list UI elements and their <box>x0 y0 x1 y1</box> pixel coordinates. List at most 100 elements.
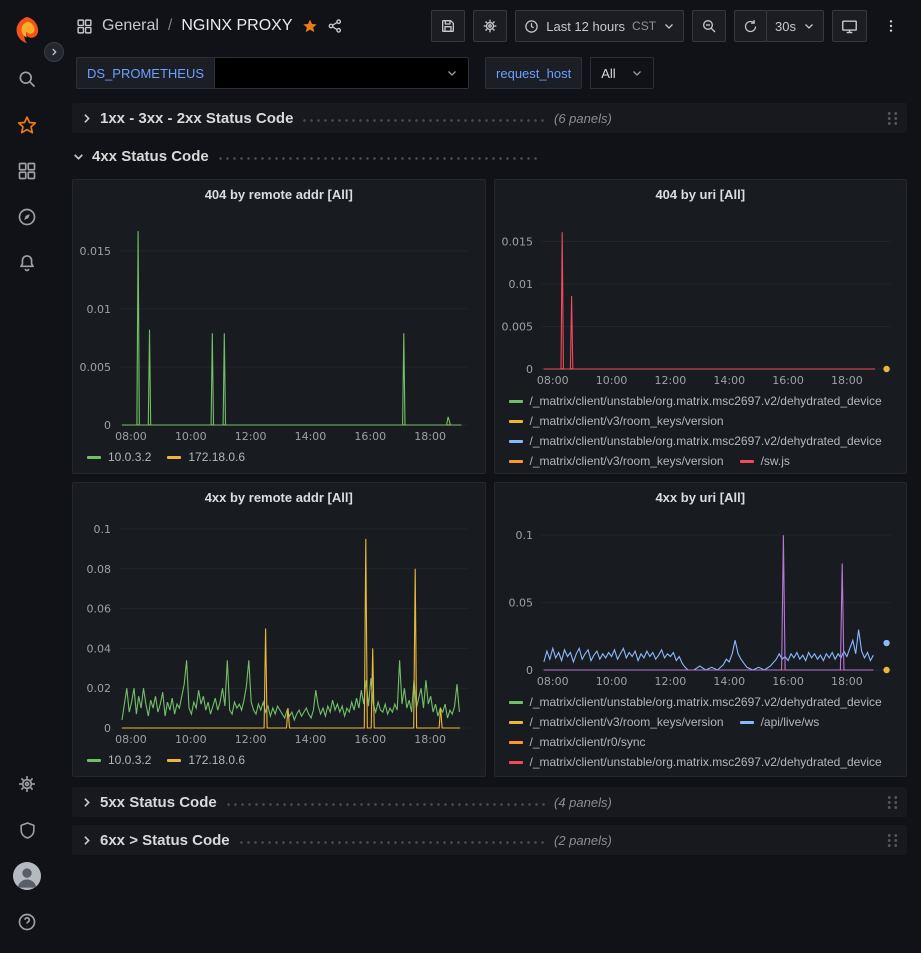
svg-text:0.015: 0.015 <box>501 236 533 249</box>
legend-label: 10.0.3.2 <box>108 753 151 767</box>
legend-row: /_matrix/client/unstable/org.matrix.msc2… <box>509 431 899 451</box>
svg-text:0: 0 <box>526 363 533 376</box>
svg-text:12:00: 12:00 <box>235 733 267 746</box>
legend-swatch <box>740 460 754 463</box>
chart-legend: 10.0.3.2 172.18.0.6 <box>73 445 485 473</box>
sidebar-item-starred[interactable] <box>0 102 54 148</box>
legend-item[interactable]: /_matrix/client/v3/room_keys/version <box>509 715 724 729</box>
legend-item[interactable]: 172.18.0.6 <box>167 450 245 464</box>
row-header-1xx-3xx-2xx: 1xx - 3xx - 2xx Status Code (6 panels) <box>72 103 907 133</box>
time-range-label: Last 12 hours <box>546 19 625 34</box>
panel-title[interactable]: 4xx by uri [All] <box>495 483 907 511</box>
dashboard-settings-button[interactable] <box>473 10 507 42</box>
legend-item[interactable]: /api/live/ws <box>740 715 820 729</box>
timezone-label: CST <box>632 19 656 33</box>
variable-host-label[interactable]: request_host <box>485 57 582 89</box>
row-drag-handle[interactable] <box>886 111 899 126</box>
row-drag-handle[interactable] <box>886 795 899 810</box>
sidebar-item-help[interactable] <box>0 899 54 945</box>
legend-item[interactable]: 10.0.3.2 <box>87 753 151 767</box>
svg-text:12:00: 12:00 <box>654 675 686 688</box>
legend-item[interactable]: /sw.js <box>740 454 790 468</box>
sidebar-item-dashboards[interactable] <box>0 148 54 194</box>
legend-label: /api/live/ws <box>761 715 820 729</box>
sidebar-item-explore[interactable] <box>0 194 54 240</box>
refresh-button[interactable] <box>734 10 767 42</box>
share-icon[interactable] <box>327 18 343 34</box>
breadcrumb-folder[interactable]: General <box>102 17 159 35</box>
zoom-out-icon <box>701 18 717 34</box>
legend-swatch <box>509 741 523 744</box>
panel-grid: 404 by remote addr [All] 00.0050.010.015… <box>72 179 907 777</box>
legend-row: /_matrix/client/v3/room_keys/version/sw.… <box>509 451 899 471</box>
chart-plot[interactable]: 00.0050.010.01508:0010:0012:0014:0016:00… <box>73 208 485 445</box>
chart-plot[interactable]: 00.050.108:0010:0012:0014:0016:0018:00 <box>495 511 907 690</box>
row-panel-count: (6 panels) <box>554 111 612 126</box>
sidebar-item-search[interactable] <box>0 56 54 102</box>
legend-label: 172.18.0.6 <box>188 753 245 767</box>
legend-label: /_matrix/client/unstable/org.matrix.msc2… <box>530 755 882 769</box>
grafana-flame-icon <box>12 15 42 45</box>
legend-item[interactable]: /_matrix/client/unstable/org.matrix.msc2… <box>509 695 882 709</box>
svg-text:16:00: 16:00 <box>354 733 386 746</box>
svg-text:10:00: 10:00 <box>175 733 207 746</box>
legend-item[interactable]: /_matrix/client/unstable/org.matrix.msc2… <box>509 434 882 448</box>
legend-item[interactable]: /_matrix/client/unstable/org.matrix.msc2… <box>509 755 882 769</box>
legend-item[interactable]: /_matrix/client/v3/room_keys/version <box>509 454 724 468</box>
legend-row: /_matrix/client/r0/sync <box>509 732 899 752</box>
zoom-out-button[interactable] <box>692 10 726 42</box>
legend-label: /_matrix/client/unstable/org.matrix.msc2… <box>530 434 882 448</box>
chevron-right-icon <box>80 834 93 847</box>
panel-4xx-by-remote-addr: 4xx by remote addr [All] 00.020.040.060.… <box>72 482 486 777</box>
variable-host-value-dropdown[interactable]: All <box>590 57 654 89</box>
legend-item[interactable]: /_matrix/client/r0/sync <box>509 735 646 749</box>
chart-plot[interactable]: 00.0050.010.01508:0010:0012:0014:0016:00… <box>495 208 907 389</box>
row-panel-count: (2 panels) <box>554 833 612 848</box>
svg-text:18:00: 18:00 <box>831 675 863 688</box>
sidebar-item-configuration[interactable] <box>0 761 54 807</box>
favorite-star-icon[interactable] <box>302 18 318 34</box>
sidebar-expand-button[interactable] <box>44 42 64 62</box>
chart-plot[interactable]: 00.020.040.060.080.108:0010:0012:0014:00… <box>73 511 485 748</box>
panel-title[interactable]: 404 by uri [All] <box>495 180 907 208</box>
row-toggle-5xx[interactable]: 5xx Status Code <box>80 794 554 811</box>
svg-text:14:00: 14:00 <box>295 430 327 443</box>
svg-text:0.05: 0.05 <box>508 597 533 610</box>
legend-item[interactable]: /_matrix/client/v3/room_keys/version <box>509 414 724 428</box>
legend-swatch <box>87 456 101 459</box>
dashboard-scroll-area[interactable]: 1xx - 3xx - 2xx Status Code (6 panels) 4… <box>54 94 921 953</box>
save-dashboard-button[interactable] <box>431 10 465 42</box>
dashboard-submenu: DS_PROMETHEUS request_host All <box>54 52 921 94</box>
panel-title[interactable]: 404 by remote addr [All] <box>73 180 485 208</box>
svg-text:18:00: 18:00 <box>831 374 863 387</box>
chevron-right-icon <box>80 112 93 125</box>
row-toggle-6xx[interactable]: 6xx > Status Code <box>80 832 554 849</box>
sidebar-item-profile[interactable] <box>0 853 54 899</box>
legend-item[interactable]: 10.0.3.2 <box>87 450 151 464</box>
svg-text:16:00: 16:00 <box>354 430 386 443</box>
panel-404-by-remote-addr: 404 by remote addr [All] 00.0050.010.015… <box>72 179 486 474</box>
row-toggle-4xx[interactable]: 4xx Status Code <box>72 148 546 165</box>
variable-ds-label[interactable]: DS_PROMETHEUS <box>76 57 214 89</box>
tv-mode-button[interactable] <box>832 10 867 42</box>
legend-row: /_matrix/client/unstable/org.matrix.msc2… <box>509 692 899 712</box>
row-panel-count: (4 panels) <box>554 795 612 810</box>
gear-icon <box>17 774 37 794</box>
refresh-interval-dropdown[interactable]: 30s <box>766 10 824 42</box>
sidebar-item-alerting[interactable] <box>0 240 54 286</box>
legend-swatch <box>509 420 523 423</box>
legend-item[interactable]: /_matrix/client/unstable/org.matrix.msc2… <box>509 394 882 408</box>
panel-title[interactable]: 4xx by remote addr [All] <box>73 483 485 511</box>
svg-text:18:00: 18:00 <box>414 430 446 443</box>
row-drag-handle[interactable] <box>886 833 899 848</box>
legend-item[interactable]: 172.18.0.6 <box>167 753 245 767</box>
variable-ds-value-dropdown[interactable] <box>214 57 469 89</box>
dashboard-title[interactable]: NGINX PROXY <box>181 17 292 35</box>
sidebar-item-server-admin[interactable] <box>0 807 54 853</box>
legend-label: /sw.js <box>761 454 790 468</box>
svg-text:0.02: 0.02 <box>87 682 112 695</box>
row-toggle-1xx[interactable]: 1xx - 3xx - 2xx Status Code <box>80 110 554 127</box>
more-options-button[interactable] <box>875 10 907 42</box>
apps-icon <box>76 18 93 35</box>
time-range-picker[interactable]: Last 12 hours CST <box>515 10 684 42</box>
